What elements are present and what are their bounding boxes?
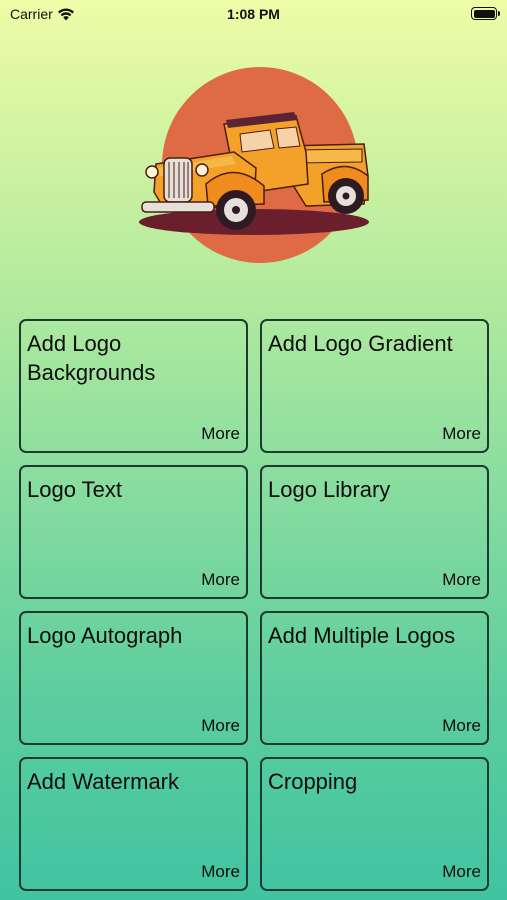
more-link[interactable]: More — [442, 862, 481, 882]
card-logo-text[interactable]: Logo Text More — [19, 465, 248, 599]
truck-logo-image — [139, 67, 369, 263]
more-link[interactable]: More — [201, 424, 240, 444]
battery-icon — [471, 7, 500, 20]
card-title: Logo Library — [268, 477, 391, 502]
card-add-watermark[interactable]: Add Watermark More — [19, 757, 248, 891]
card-logo-autograph[interactable]: Logo Autograph More — [19, 611, 248, 745]
card-cropping[interactable]: Cropping More — [260, 757, 489, 891]
card-add-logo-backgrounds[interactable]: Add Logo Backgrounds More — [19, 319, 248, 453]
card-title: Cropping — [268, 769, 358, 794]
card-add-multiple-logos[interactable]: Add Multiple Logos More — [260, 611, 489, 745]
card-title: Logo Autograph — [27, 623, 183, 648]
card-title: Logo Text — [27, 477, 123, 502]
status-bar: Carrier 1:08 PM — [0, 0, 507, 30]
card-logo-library[interactable]: Logo Library More — [260, 465, 489, 599]
more-link[interactable]: More — [442, 570, 481, 590]
more-link[interactable]: More — [442, 716, 481, 736]
card-add-logo-gradient[interactable]: Add Logo Gradient More — [260, 319, 489, 453]
more-link[interactable]: More — [201, 570, 240, 590]
card-title: Add Watermark — [27, 769, 180, 794]
card-title: Add Logo Gradient — [268, 331, 453, 356]
more-link[interactable]: More — [442, 424, 481, 444]
more-link[interactable]: More — [201, 716, 240, 736]
card-title: Add Multiple Logos — [268, 623, 456, 648]
more-link[interactable]: More — [201, 862, 240, 882]
status-time: 1:08 PM — [227, 6, 280, 22]
feature-grid: Add Logo Backgrounds More Add Logo Gradi… — [19, 319, 489, 891]
card-title: Add Logo Backgrounds — [27, 331, 156, 385]
